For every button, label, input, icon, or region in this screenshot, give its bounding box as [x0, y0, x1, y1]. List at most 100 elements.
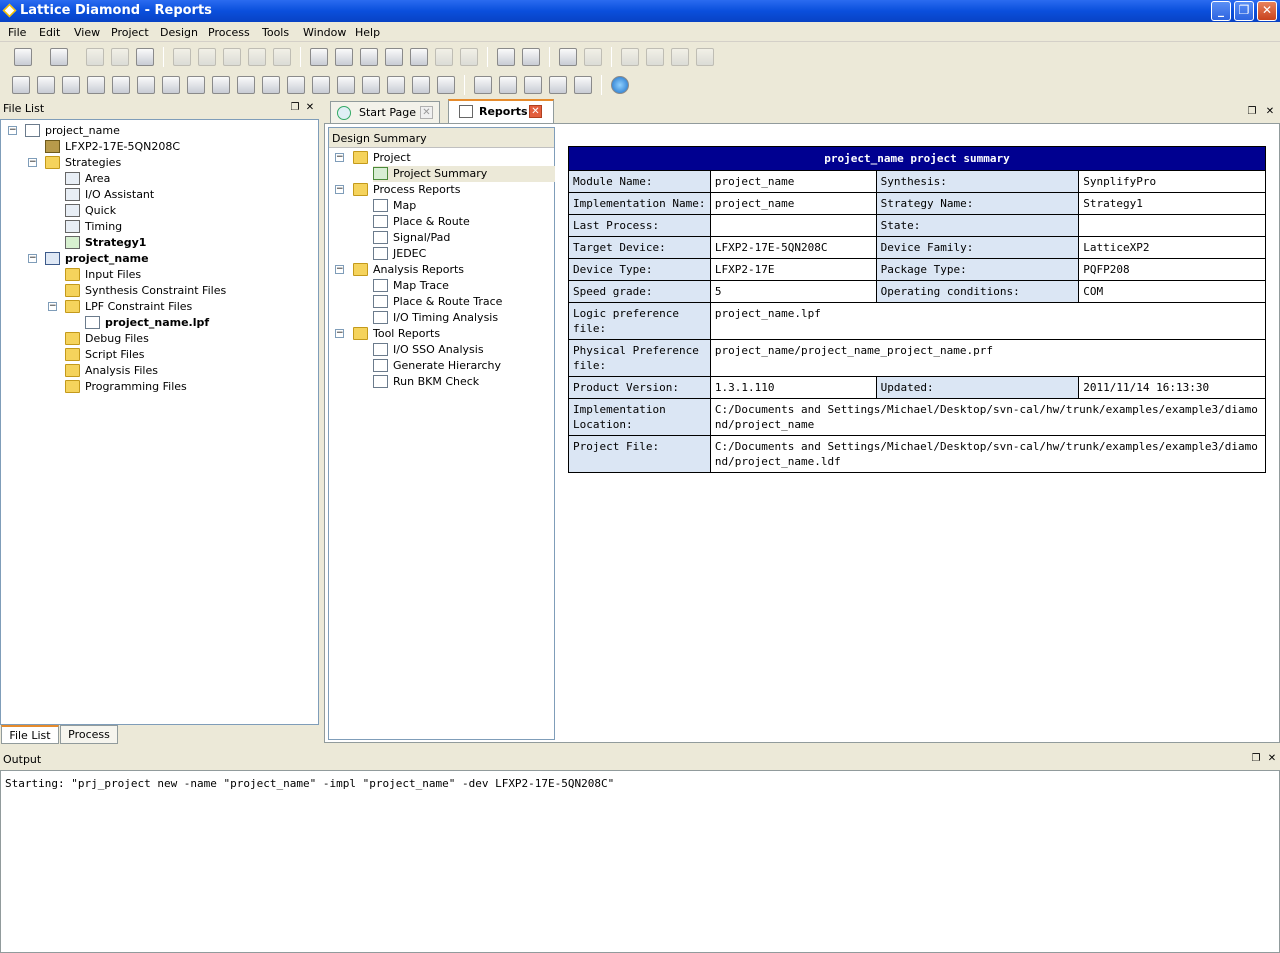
restore-button[interactable]: ❐ [1234, 1, 1254, 21]
close-tab-icon[interactable]: ✕ [529, 105, 542, 118]
ipexpress-icon[interactable] [262, 76, 280, 94]
menu-tools[interactable]: Tools [262, 26, 289, 39]
save-icon[interactable] [86, 48, 104, 66]
close-icon[interactable]: ✕ [1266, 753, 1278, 765]
reveal-icon[interactable] [212, 76, 230, 94]
collapse-icon[interactable]: − [28, 158, 37, 167]
menu-view[interactable]: View [74, 26, 100, 39]
device-icon[interactable] [37, 76, 55, 94]
menu-design[interactable]: Design [160, 26, 198, 39]
layout-bottom-icon[interactable] [524, 76, 542, 94]
file-icon [85, 316, 100, 329]
tab-process[interactable]: Process [60, 725, 118, 744]
folder-icon [65, 300, 80, 313]
simulation-icon[interactable] [287, 76, 305, 94]
find-icon[interactable] [310, 48, 328, 66]
collapse-icon[interactable]: − [335, 185, 344, 194]
strategy-icon [65, 220, 80, 233]
paste-icon[interactable] [273, 48, 291, 66]
redo-icon[interactable] [198, 48, 216, 66]
globe-icon[interactable] [611, 76, 629, 94]
layout-reset-icon[interactable] [574, 76, 592, 94]
hierarchy-icon[interactable] [559, 48, 577, 66]
run-icon[interactable] [621, 48, 639, 66]
tab-reports[interactable]: Reports ✕ [448, 99, 554, 123]
hdl-icon[interactable] [387, 76, 405, 94]
folder-icon [65, 364, 80, 377]
active-strategy-icon [65, 236, 80, 249]
undo-icon[interactable] [173, 48, 191, 66]
pencil-icon[interactable] [437, 76, 455, 94]
menu-help[interactable]: Help [355, 26, 380, 39]
table-row: Product Version: 1.3.1.110 Updated: 2011/1… [568, 376, 1266, 399]
folder-icon [65, 380, 80, 393]
rerun-icon[interactable] [646, 48, 664, 66]
stop-icon[interactable] [696, 48, 714, 66]
layout-grid-icon[interactable] [549, 76, 567, 94]
collapse-icon[interactable]: − [28, 254, 37, 263]
folder-icon [65, 332, 80, 345]
new-icon[interactable] [14, 48, 32, 66]
package-icon[interactable] [87, 76, 105, 94]
collapse-icon[interactable]: − [335, 329, 344, 338]
menu-file[interactable]: File [8, 26, 26, 39]
check-icon[interactable] [584, 48, 602, 66]
open-icon[interactable] [50, 48, 68, 66]
menu-edit[interactable]: Edit [39, 26, 60, 39]
checklist-icon[interactable] [497, 48, 515, 66]
deploy-icon[interactable] [362, 76, 380, 94]
timing-icon[interactable] [162, 76, 180, 94]
analyzer-icon[interactable] [237, 76, 255, 94]
float-icon[interactable]: ❐ [289, 102, 301, 114]
collapse-icon[interactable]: − [335, 153, 344, 162]
collapse-icon[interactable]: − [8, 126, 17, 135]
float-icon[interactable]: ❐ [1246, 106, 1258, 118]
report-icon[interactable] [335, 48, 353, 66]
folder-icon [353, 183, 368, 196]
output-console[interactable] [0, 770, 1280, 953]
collapse-icon[interactable]: − [48, 302, 57, 311]
netlist-icon[interactable] [112, 76, 130, 94]
folder-icon [65, 348, 80, 361]
menu-project[interactable]: Project [111, 26, 149, 39]
refresh-icon[interactable] [671, 48, 689, 66]
print-icon[interactable] [136, 48, 154, 66]
chip-icon[interactable] [62, 76, 80, 94]
tab-start-page[interactable]: Start Page ✕ [330, 101, 440, 123]
menu-bar: File Edit View Project Design Process To… [0, 22, 1280, 42]
close-window-button[interactable]: ✕ [1257, 1, 1277, 21]
zoom-in-icon[interactable] [385, 48, 403, 66]
layout-split-icon[interactable] [499, 76, 517, 94]
zoom-fit-icon[interactable] [435, 48, 453, 66]
synthesis-icon[interactable] [12, 76, 30, 94]
power-icon[interactable] [187, 76, 205, 94]
tree-node-project-summary[interactable]: Project Summary [373, 166, 555, 182]
lattice-app-icon [2, 3, 17, 18]
report-icon [373, 199, 388, 212]
close-tab-icon[interactable]: ✕ [420, 106, 433, 119]
title-bar: Lattice Diamond - Reports _ ❐ ✕ [0, 0, 1280, 22]
folder-icon [353, 151, 368, 164]
find-report-icon[interactable] [360, 48, 378, 66]
floorplan-icon[interactable] [137, 76, 155, 94]
settings-icon[interactable] [412, 76, 430, 94]
float-icon[interactable]: ❐ [1250, 753, 1262, 765]
close-icon[interactable]: ✕ [1264, 106, 1276, 118]
menu-process[interactable]: Process [208, 26, 250, 39]
collapse-icon[interactable]: − [335, 265, 344, 274]
tab-file-list[interactable]: File List [1, 725, 59, 744]
layout-left-icon[interactable] [474, 76, 492, 94]
save-all-icon[interactable] [111, 48, 129, 66]
zoom-out-icon[interactable] [410, 48, 428, 66]
minimize-button[interactable]: _ [1211, 1, 1231, 21]
copy-icon[interactable] [248, 48, 266, 66]
processor-icon[interactable] [522, 48, 540, 66]
programmer-icon[interactable] [337, 76, 355, 94]
memory-icon[interactable] [312, 76, 330, 94]
report-icon [373, 279, 388, 292]
zoom-area-icon[interactable] [460, 48, 478, 66]
cut-icon[interactable] [223, 48, 241, 66]
summary-icon [373, 167, 388, 180]
menu-window[interactable]: Window [303, 26, 346, 39]
close-icon[interactable]: ✕ [304, 102, 316, 114]
